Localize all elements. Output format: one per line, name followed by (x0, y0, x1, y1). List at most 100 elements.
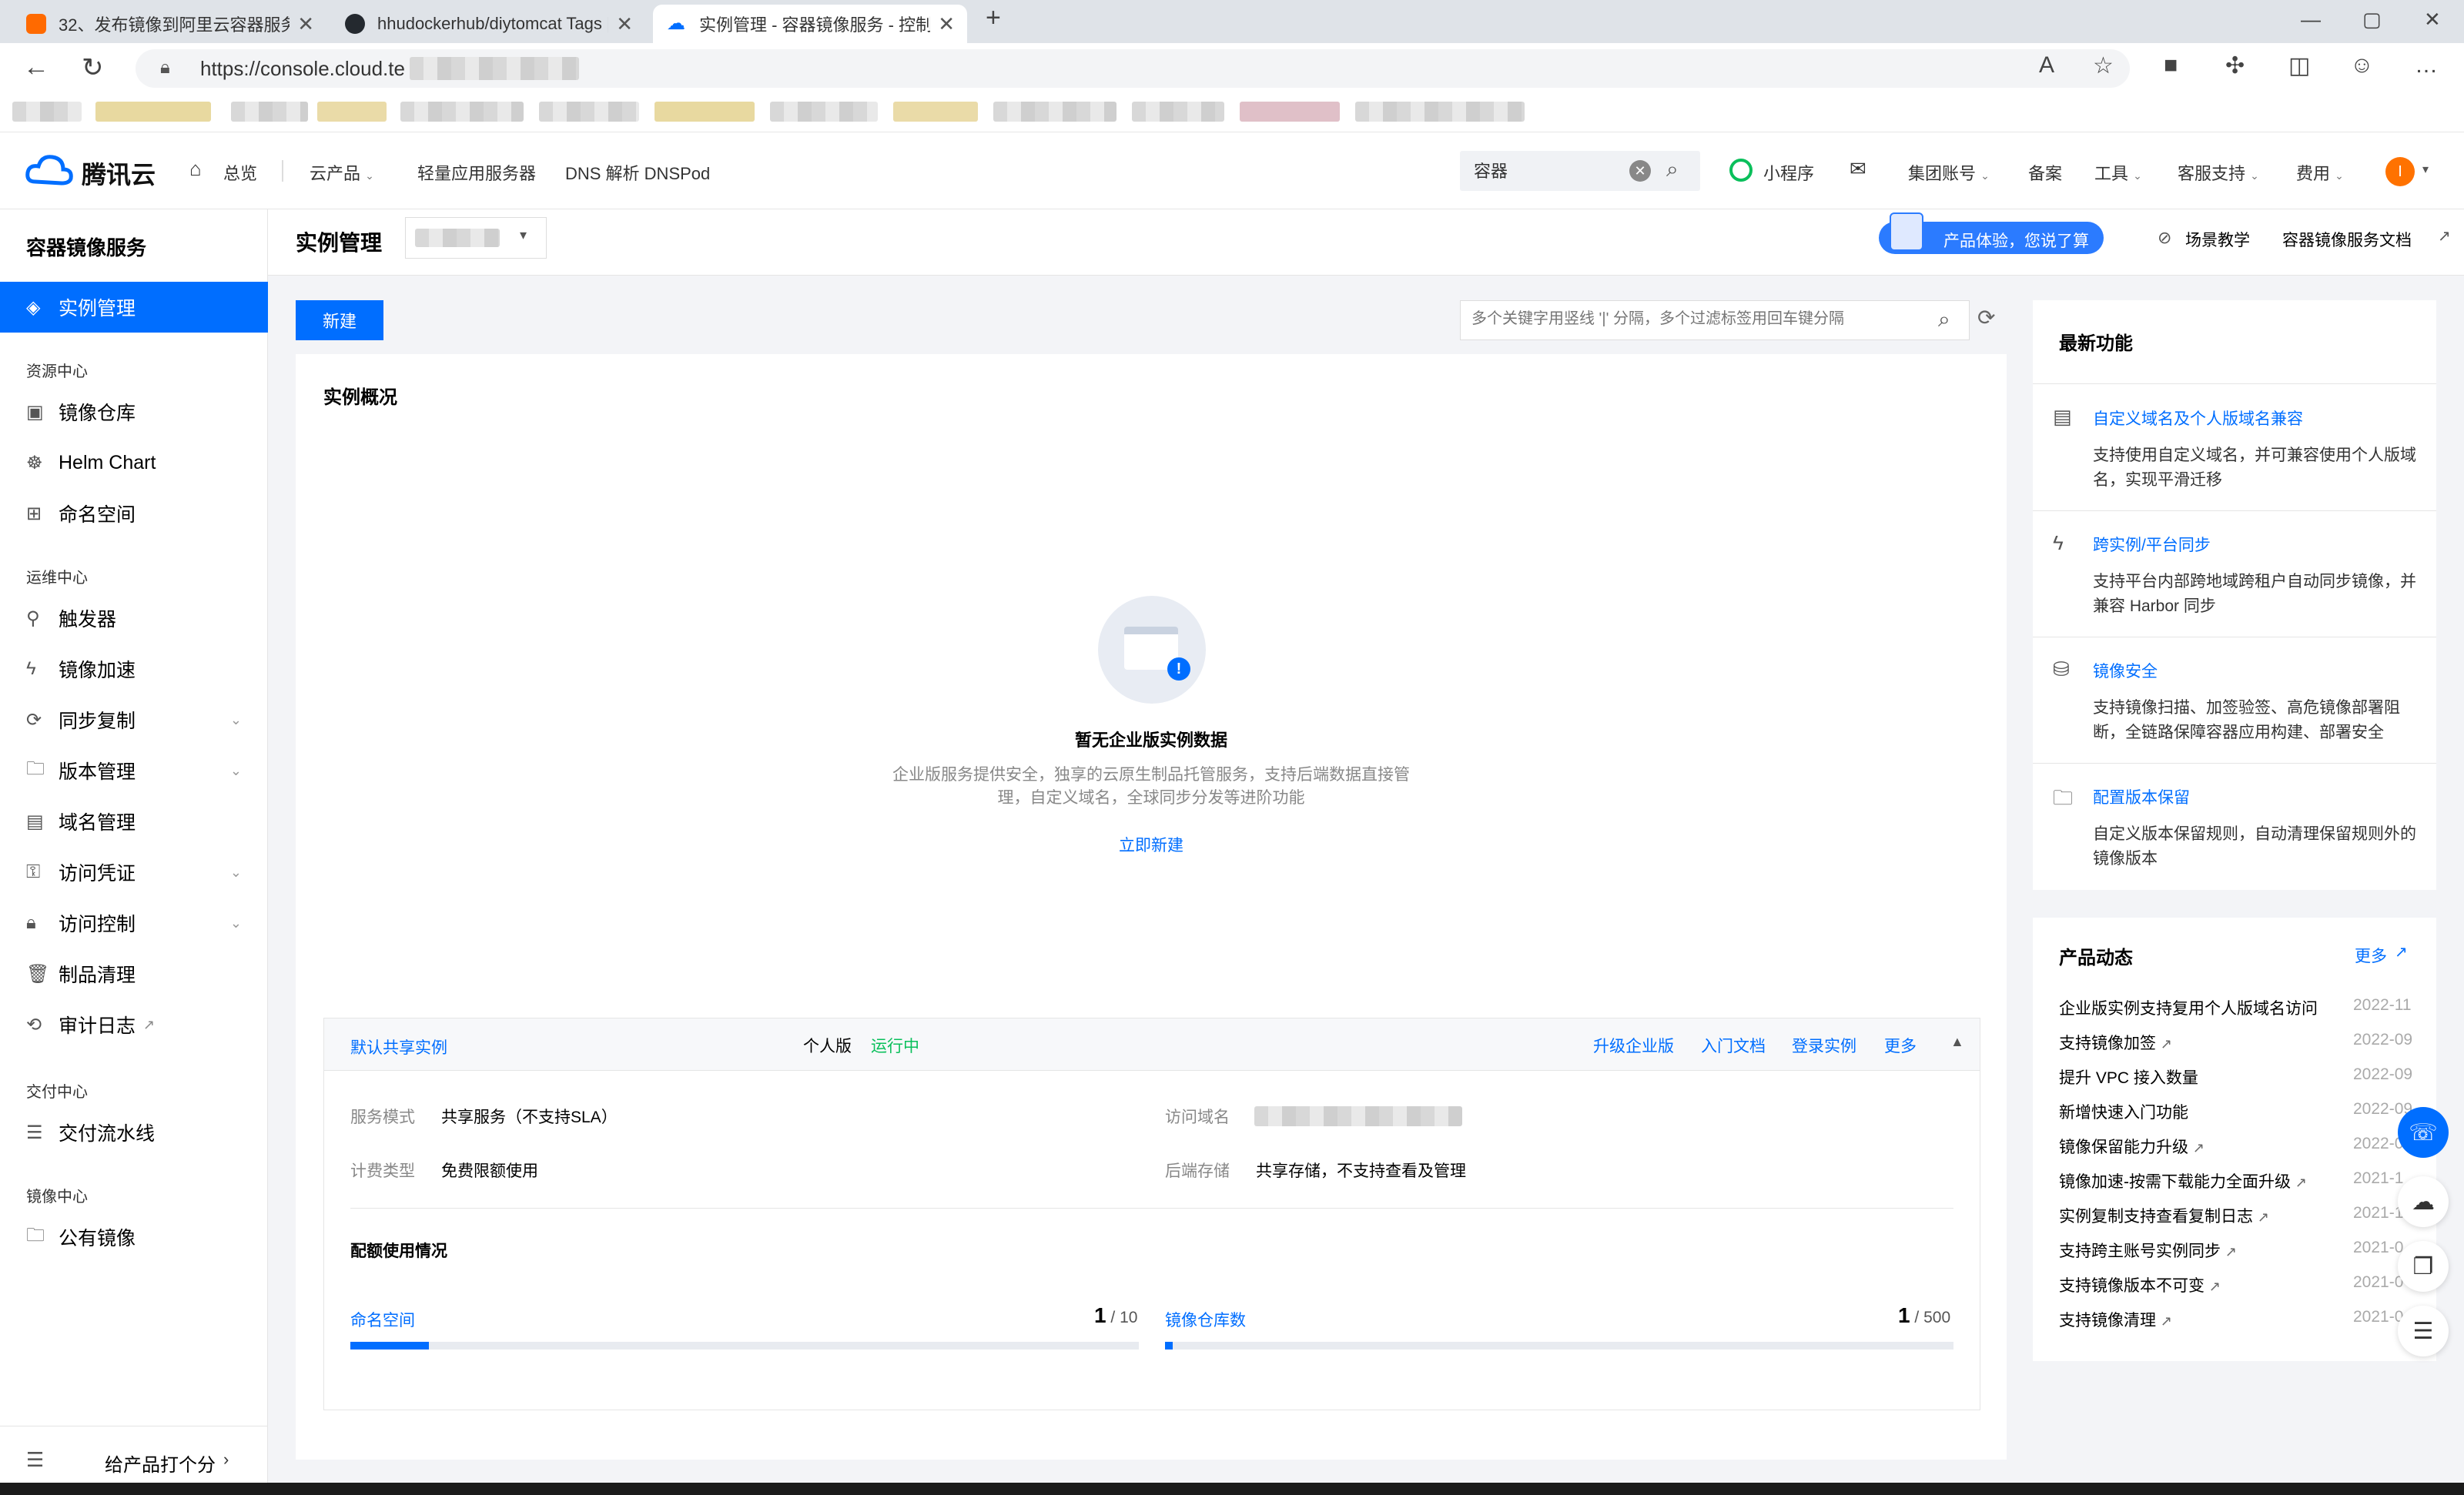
news-item[interactable]: 支持跨主账号实例同步 ↗ 2021-0 (2033, 1231, 2436, 1266)
sidebar-item-triggers[interactable]: ⚲ 触发器 (0, 593, 268, 644)
news-item[interactable]: 支持镜像版本不可变 ↗ 2021-0 (2033, 1266, 2436, 1300)
search-icon[interactable]: ⌕ (1938, 307, 1950, 333)
tencent-cloud-logo-icon[interactable] (25, 151, 74, 189)
chevron-right-circle-icon[interactable]: › (223, 1450, 229, 1470)
nav-dns[interactable]: DNS 解析 DNSPod (565, 160, 710, 185)
nav-tools[interactable]: 工具 ⌄ (2094, 160, 2142, 185)
caret-down-icon[interactable]: ▾ (2422, 162, 2429, 177)
close-tab-icon[interactable]: ✕ (938, 12, 955, 36)
tutorial-link[interactable]: 场景教学 (2185, 228, 2250, 251)
back-icon[interactable]: ← (23, 52, 49, 82)
read-aloud-icon[interactable]: A (2039, 52, 2054, 79)
news-item[interactable]: 支持镜像加签 ↗ 2022-09 (2033, 1023, 2436, 1058)
sidebar-item-acceleration[interactable]: ϟ 镜像加速 (0, 644, 268, 694)
sidebar-item-public-images[interactable]: 🗀︎ 公有镜像 (0, 1212, 268, 1263)
feature-title-link[interactable]: 自定义域名及个人版域名兼容 (2093, 406, 2303, 430)
news-item[interactable]: 提升 VPC 接入数量 2022-09 (2033, 1058, 2436, 1092)
global-search[interactable]: ✕ ⌕ (1460, 151, 1700, 191)
avatar[interactable]: I (2385, 157, 2415, 186)
split-screen-icon[interactable]: ◫ (2288, 52, 2310, 79)
close-tab-icon[interactable]: ✕ (616, 12, 633, 36)
url-field[interactable]: 🔒︎ https://console.cloud.te (136, 49, 2130, 88)
news-more-link[interactable]: 更多 (2355, 944, 2387, 967)
news-item[interactable]: 支持镜像清理 ↗ 2021-0 (2033, 1300, 2436, 1335)
collapse-caret-icon[interactable]: ▲ (1950, 1034, 1964, 1050)
bookmark-item[interactable] (654, 102, 755, 122)
bookmark-item[interactable] (1132, 102, 1224, 122)
collapse-menu-icon[interactable]: ☰ (26, 1448, 44, 1472)
getting-started-link[interactable]: 入门文档 (1701, 1034, 1766, 1057)
more-actions-link[interactable]: 更多 (1884, 1034, 1917, 1057)
favorite-star-icon[interactable]: ☆ (2093, 52, 2114, 79)
cloud-assistant-icon[interactable]: ☁ (2398, 1176, 2449, 1227)
more-menu-icon[interactable]: … (2415, 52, 2438, 79)
customer-service-icon[interactable]: ☏ (2398, 1107, 2449, 1158)
news-item[interactable]: 镜像保留能力升级 ↗ 2022-0 (2033, 1127, 2436, 1162)
browser-tab-1[interactable]: 32、发布镜像到阿里云容器服务... ✕ (12, 5, 326, 43)
sidebar-item-namespaces[interactable]: ⊞ 命名空间 (0, 488, 268, 539)
bookmark-item[interactable] (770, 102, 878, 122)
clear-icon[interactable]: ✕ (1629, 160, 1651, 182)
nav-home[interactable]: 总览 (223, 160, 257, 185)
sidebar-item-repositories[interactable]: ▣ 镜像仓库 (0, 386, 268, 437)
sidebar-item-access-control[interactable]: 🔒︎ 访问控制 ⌄ (0, 898, 268, 948)
nav-products[interactable]: 云产品 ⌄ (310, 160, 374, 185)
login-instance-link[interactable]: 登录实例 (1792, 1034, 1856, 1057)
sidebar-item-audit-log[interactable]: ⟲ 审计日志 ↗ (0, 999, 268, 1050)
maximize-button[interactable]: ▢ (2362, 8, 2382, 32)
minimize-button[interactable]: — (2301, 8, 2321, 32)
bookmark-item[interactable] (1355, 102, 1525, 122)
sidebar-item-artifact-cleanup[interactable]: 🗑︎ 制品清理 (0, 948, 268, 999)
search-input[interactable] (1474, 160, 1628, 180)
refresh-icon[interactable]: ⟳ (1977, 305, 1995, 330)
sidebar-item-domain-management[interactable]: ▤ 域名管理 (0, 796, 268, 847)
sidebar-item-instance-management[interactable]: ◈ 实例管理 (0, 282, 268, 333)
feature-title-link[interactable]: 跨实例/平台同步 (2093, 533, 2211, 556)
bookmark-item[interactable] (400, 102, 524, 122)
bookmark-item[interactable] (12, 102, 82, 122)
logo-text[interactable]: 腾讯云 (82, 156, 156, 191)
new-instance-button[interactable]: 新建 (296, 300, 383, 340)
nav-support[interactable]: 客服支持 ⌄ (2178, 160, 2259, 185)
close-window-button[interactable]: ✕ (2424, 8, 2441, 32)
sidebar-item-credentials[interactable]: ⚿ 访问凭证 ⌄ (0, 847, 268, 898)
nav-miniprogram[interactable]: 小程序 (1763, 160, 1814, 185)
rate-product-link[interactable]: 给产品打个分 (105, 1450, 216, 1477)
new-tab-button[interactable]: + (986, 3, 1001, 33)
extensions-icon[interactable]: ✣ (2225, 52, 2245, 79)
bookmark-item[interactable] (317, 102, 387, 122)
instance-name-link[interactable]: 默认共享实例 (350, 1035, 447, 1059)
nav-lighthouse[interactable]: 轻量应用服务器 (417, 160, 536, 185)
nav-group-account[interactable]: 集团账号 ⌄ (1908, 160, 1990, 185)
sidebar-item-pipeline[interactable]: ☰ 交付流水线 (0, 1107, 268, 1158)
nav-beian[interactable]: 备案 (2028, 160, 2062, 185)
browser-tab-3[interactable]: ☁ 实例管理 - 容器镜像服务 - 控制台 ✕ (653, 5, 967, 43)
mail-icon[interactable]: ✉ (1850, 157, 1866, 181)
book-icon[interactable]: ❐ (2398, 1241, 2449, 1292)
bookmark-item[interactable] (1240, 102, 1340, 122)
refresh-icon[interactable]: ↻ (82, 52, 104, 83)
browser-tab-2[interactable]: hhudockerhub/diytomcat Tags | ... ✕ (331, 5, 645, 43)
sidebar-item-helm-chart[interactable]: ☸ Helm Chart (0, 437, 268, 488)
extension-badge-icon[interactable]: ■ (2164, 52, 2178, 79)
feature-title-link[interactable]: 配置版本保留 (2093, 785, 2190, 808)
bookmark-item[interactable] (893, 102, 978, 122)
instance-search[interactable]: ⌕ (1460, 300, 1970, 340)
instance-search-input[interactable] (1471, 310, 1918, 328)
nav-billing[interactable]: 费用 ⌄ (2296, 160, 2344, 185)
bookmark-item[interactable] (231, 102, 308, 122)
feedback-badge[interactable]: 产品体验，您说了算 (1879, 212, 2104, 254)
news-item[interactable]: 企业版实例支持复用个人版域名访问 2022-11 (2033, 988, 2436, 1023)
sidebar-item-sync-replication[interactable]: ⟳ 同步复制 ⌄ (0, 694, 268, 745)
bookmark-item[interactable] (95, 102, 211, 122)
news-item[interactable]: 镜像加速-按需下载能力全面升级 ↗ 2021-1 (2033, 1162, 2436, 1196)
bookmark-item[interactable] (539, 102, 639, 122)
search-icon[interactable]: ⌕ (1666, 157, 1679, 182)
news-item[interactable]: 实例复制支持查看复制日志 ↗ 2021-1 (2033, 1196, 2436, 1231)
quota-repository-label[interactable]: 镜像仓库数 (1165, 1308, 1246, 1331)
list-icon[interactable]: ☰ (2398, 1306, 2449, 1356)
upgrade-enterprise-link[interactable]: 升级企业版 (1593, 1034, 1674, 1057)
bookmark-item[interactable] (993, 102, 1116, 122)
feature-title-link[interactable]: 镜像安全 (2093, 659, 2158, 682)
create-now-link[interactable]: 立即新建 (296, 833, 2007, 856)
